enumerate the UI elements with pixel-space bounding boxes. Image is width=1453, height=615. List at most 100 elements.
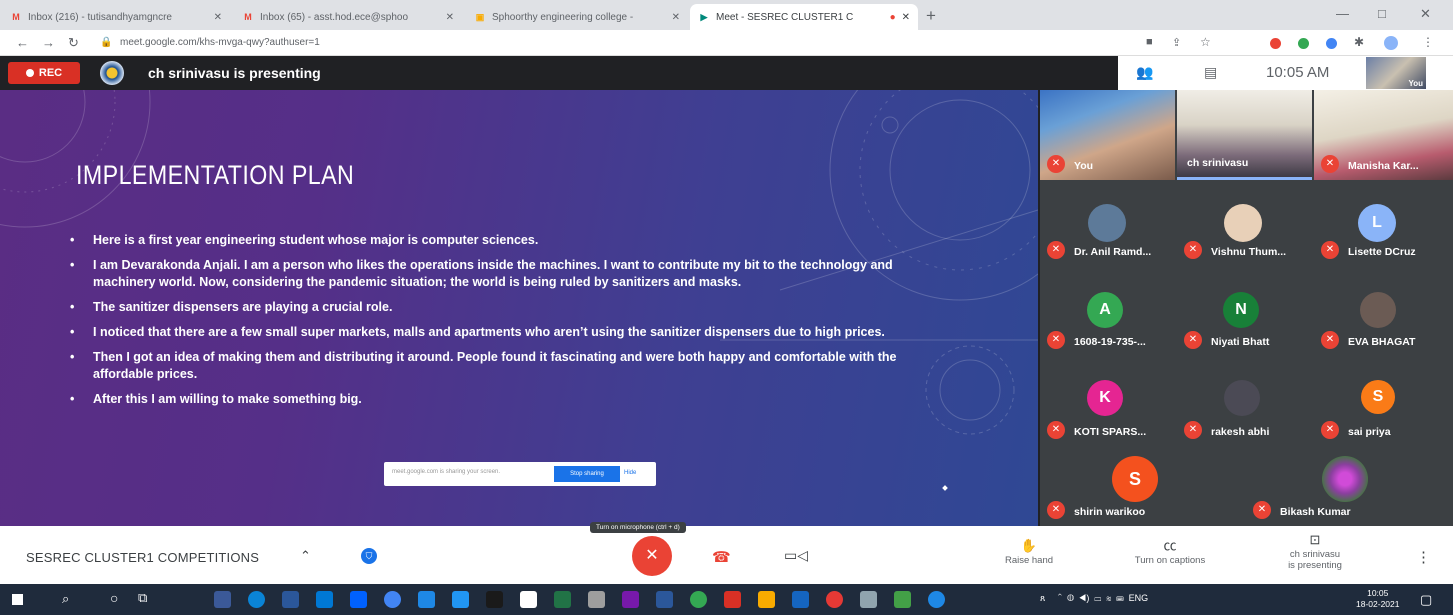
reload-icon[interactable]: ↻: [68, 35, 79, 51]
maximize-button[interactable]: □: [1378, 6, 1386, 21]
new-tab-button[interactable]: +: [926, 6, 936, 26]
search-icon[interactable]: ⌕: [62, 591, 69, 607]
battery-icon: ▭: [1094, 593, 1102, 603]
participant-name: KOTI SPARS...: [1074, 426, 1147, 438]
chrome-icon[interactable]: [384, 591, 401, 608]
bookmark-star-icon[interactable]: ☆: [1200, 35, 1211, 49]
presenting-label-line2: is presenting: [1288, 560, 1342, 571]
profile-avatar-icon[interactable]: [1384, 36, 1398, 50]
amazon-icon[interactable]: [520, 591, 537, 608]
word-icon[interactable]: [656, 591, 673, 608]
system-tray[interactable]: ጸ ⌃ ◍ ◀) ▭ ≋ ⌨ ENG: [1040, 593, 1148, 604]
taskbar-clock[interactable]: 10:05 18-02-2021: [1356, 588, 1399, 610]
app-icon[interactable]: [826, 591, 843, 608]
app-icon[interactable]: [452, 591, 469, 608]
participant-tile-niyati[interactable]: N ✕ Niyati Bhatt: [1177, 286, 1312, 356]
url-field[interactable]: meet.google.com/khs-mvga-qwy?authuser=1: [120, 37, 320, 48]
app-icon[interactable]: [214, 591, 231, 608]
raise-hand-button[interactable]: ✋ Raise hand: [994, 539, 1064, 566]
back-icon[interactable]: ←: [16, 35, 29, 50]
participant-tile-lisette[interactable]: L ✕ Lisette DCruz: [1314, 196, 1453, 266]
mic-off-icon: ✕: [1184, 421, 1202, 439]
camera-toggle-button[interactable]: ▭◁: [784, 547, 808, 564]
participant-tile-anil[interactable]: ✕ Dr. Anil Ramd...: [1040, 196, 1175, 266]
app-icon[interactable]: [792, 591, 809, 608]
participant-tile-1608[interactable]: A ✕ 1608-19-735-...: [1040, 286, 1175, 356]
close-icon[interactable]: ✕: [446, 12, 454, 23]
extension-icon[interactable]: [1298, 38, 1309, 49]
participant-tile-ch-srinivasu[interactable]: ch srinivasu: [1177, 90, 1312, 180]
share-icon[interactable]: ⇪: [1172, 36, 1181, 49]
forward-icon[interactable]: →: [42, 35, 55, 50]
mic-off-icon: ✕: [1047, 155, 1065, 173]
participant-name: sai priya: [1348, 426, 1391, 438]
network-icon: ◍: [1067, 593, 1075, 603]
app-icon[interactable]: [486, 591, 503, 608]
onenote-icon[interactable]: [622, 591, 639, 608]
windows-start-icon[interactable]: [12, 594, 23, 605]
chevron-up-icon[interactable]: ⌃: [300, 548, 311, 564]
meeting-name[interactable]: SESREC CLUSTER1 COMPETITIONS: [26, 550, 259, 565]
end-call-button[interactable]: ☎: [712, 548, 731, 566]
hide-button[interactable]: Hide: [624, 470, 636, 476]
close-icon[interactable]: ✕: [902, 12, 910, 23]
chat-icon[interactable]: ▤: [1204, 64, 1217, 81]
excel-icon[interactable]: [554, 591, 571, 608]
tab-gmail-2[interactable]: M Inbox (65) - asst.hod.ece@sphoo ✕: [234, 4, 462, 30]
kebab-menu-icon[interactable]: ⋮: [1422, 35, 1434, 49]
participant-tile-rakesh[interactable]: ✕ rakesh abhi: [1177, 376, 1312, 446]
participant-name: Vishnu Thum...: [1211, 246, 1287, 258]
app-icon[interactable]: [588, 591, 605, 608]
gmail-icon: M: [12, 11, 20, 22]
presenter-avatar: [100, 61, 124, 85]
tab-gmail-1[interactable]: M Inbox (216) - tutisandhyamgncre ✕: [2, 4, 230, 30]
meet-controls-bar: SESREC CLUSTER1 COMPETITIONS ⌃ ⛉ Turn on…: [0, 522, 1453, 584]
participant-grid: ✕ You ch srinivasu ✕ Manisha Kar... ✕ Dr…: [1040, 90, 1453, 526]
participant-tile-koti[interactable]: K ✕ KOTI SPARS...: [1040, 376, 1175, 446]
minimize-button[interactable]: —: [1336, 6, 1349, 21]
captions-button[interactable]: ㏄ Turn on captions: [1120, 539, 1220, 566]
participant-tile-shirin[interactable]: S ✕ shirin warikoo: [1040, 452, 1240, 526]
windows-taskbar: ⌕ ○ ⧉ ጸ ⌃ ◍ ◀) ▭ ≋ ⌨ ENG 10:05 18-02-202…: [0, 584, 1453, 615]
participant-name: shirin warikoo: [1074, 506, 1146, 518]
tab-meet[interactable]: ▶ Meet - SESREC CLUSTER1 C ● ✕: [690, 4, 918, 30]
participant-tile-you[interactable]: ✕ You: [1040, 90, 1175, 180]
more-options-icon[interactable]: ⋮: [1416, 548, 1431, 566]
puzzle-icon[interactable]: ✱: [1354, 35, 1364, 49]
photos-icon[interactable]: [418, 591, 435, 608]
camera-icon[interactable]: [860, 591, 877, 608]
mic-tooltip: Turn on microphone (ctrl + d): [590, 522, 686, 533]
app-icon[interactable]: [690, 591, 707, 608]
tab-classroom[interactable]: ▣ Sphoorthy engineering college - ✕: [466, 4, 688, 30]
app-icon[interactable]: [894, 591, 911, 608]
edge-icon[interactable]: [248, 591, 265, 608]
shield-icon[interactable]: ⛉: [361, 548, 377, 564]
self-view-thumbnail[interactable]: You: [1366, 57, 1426, 89]
dropbox-icon[interactable]: [350, 591, 367, 608]
task-view-icon[interactable]: ⧉: [138, 590, 147, 606]
extension-icon[interactable]: [1270, 38, 1281, 49]
cortana-icon[interactable]: ○: [110, 590, 118, 606]
app-icon[interactable]: [928, 591, 945, 608]
mail-icon[interactable]: [316, 591, 333, 608]
store-icon[interactable]: [282, 591, 299, 608]
language-indicator: ENG: [1128, 593, 1149, 603]
screen-share-notice: meet.google.com is sharing your screen. …: [384, 462, 656, 486]
microphone-toggle-button[interactable]: ✕: [632, 536, 672, 576]
participant-tile-eva[interactable]: ✕ EVA BHAGAT: [1314, 286, 1453, 356]
camera-permission-icon[interactable]: ■: [1146, 36, 1153, 48]
participant-tile-bikash[interactable]: ✕ Bikash Kumar: [1246, 452, 1453, 526]
powerpoint-icon[interactable]: [724, 591, 741, 608]
drive-icon[interactable]: [1326, 38, 1337, 49]
close-icon[interactable]: ✕: [672, 12, 680, 23]
close-window-button[interactable]: ✕: [1420, 6, 1431, 22]
participant-tile-vishnu[interactable]: ✕ Vishnu Thum...: [1177, 196, 1312, 266]
participant-tile-manisha[interactable]: ✕ Manisha Kar...: [1314, 90, 1453, 180]
notification-icon[interactable]: ▢: [1420, 592, 1432, 608]
participant-tile-sai-priya[interactable]: S ✕ sai priya: [1314, 376, 1453, 446]
close-icon[interactable]: ✕: [214, 12, 222, 23]
people-icon[interactable]: 👥: [1136, 64, 1153, 81]
vlc-icon[interactable]: [758, 591, 775, 608]
stop-sharing-button[interactable]: Stop sharing: [554, 466, 620, 482]
presentation-button[interactable]: ⊡ ch srinivasu is presenting: [1270, 533, 1360, 571]
